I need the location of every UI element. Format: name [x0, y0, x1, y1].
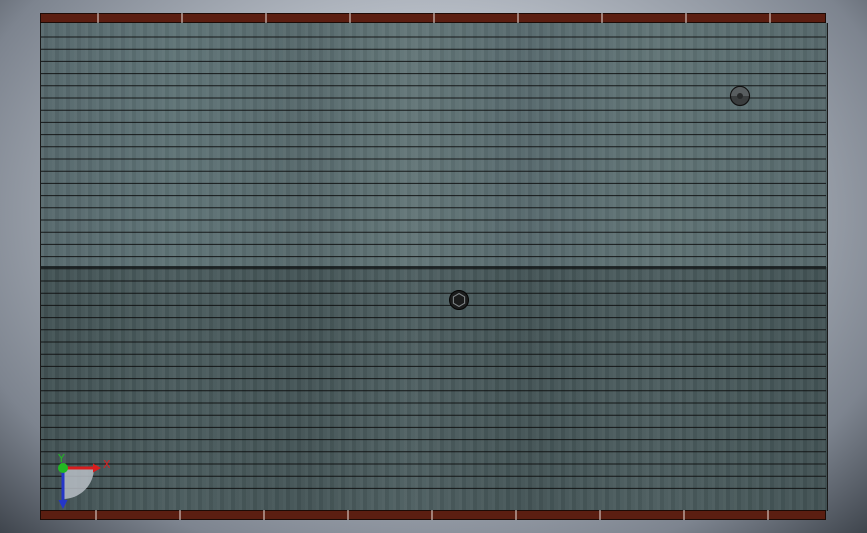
x-axis-arrowhead-icon — [93, 463, 101, 473]
coordinate-triad: X Y — [57, 452, 111, 509]
triad-plane-icon — [63, 468, 94, 499]
hexagonal-marker-icon[interactable] — [449, 290, 469, 310]
y-axis-label: Y — [57, 452, 65, 465]
z-axis-arrowhead-icon — [58, 500, 68, 509]
circular-marker-icon[interactable] — [729, 85, 751, 107]
x-axis-label: X — [103, 458, 111, 471]
model-viewport[interactable]: X Y — [0, 0, 867, 533]
viewport-overlay: X Y — [41, 13, 826, 520]
horizontal-grid-lines — [41, 36, 826, 489]
